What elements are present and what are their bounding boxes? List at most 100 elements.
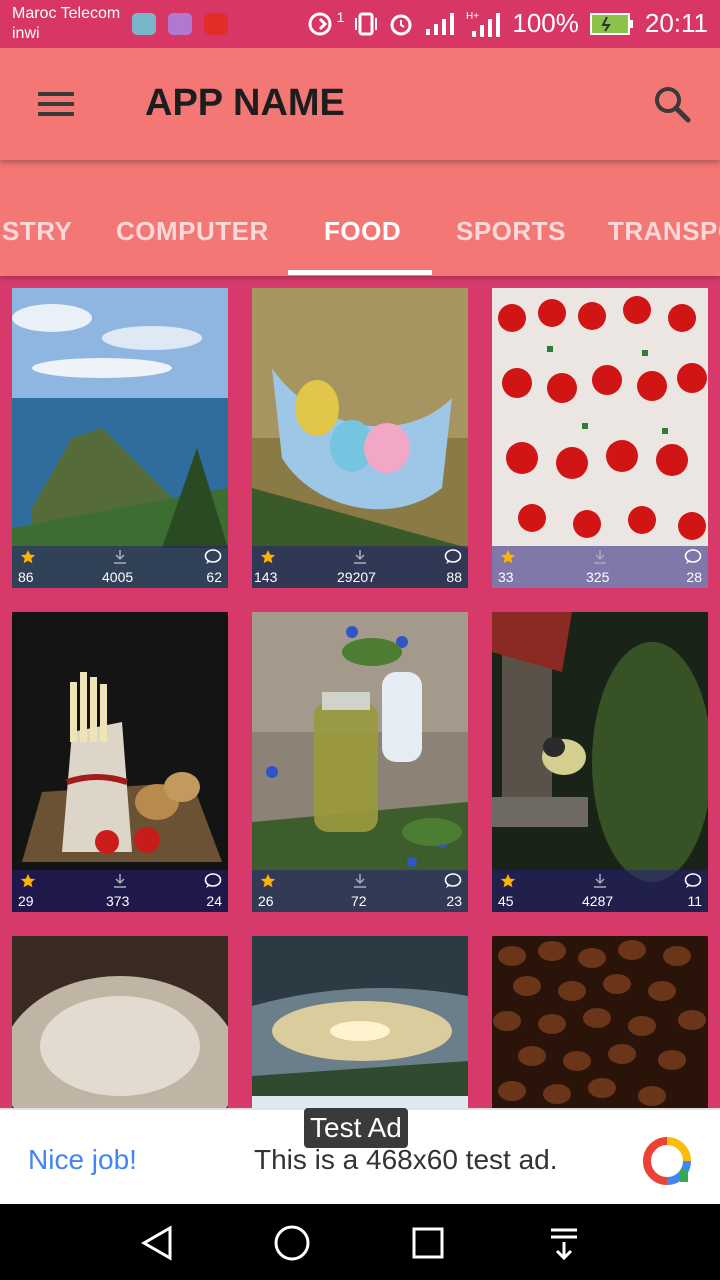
vibrate-icon <box>355 12 378 35</box>
clock: 20:11 <box>644 8 708 38</box>
signal-h-plus-icon: H+ <box>466 11 501 37</box>
wallpaper-card[interactable] <box>252 936 468 1108</box>
system-nav-bar <box>0 1204 720 1280</box>
wallpaper-card[interactable]: 26 72 23 <box>252 612 468 912</box>
wallpaper-card[interactable]: 29 373 24 <box>12 612 228 912</box>
downloads-count: 373 <box>106 893 130 909</box>
tab-food[interactable]: FOOD <box>324 216 401 247</box>
wallpaper-image <box>252 288 468 588</box>
likes-count: 45 <box>498 893 514 909</box>
comment-icon <box>684 549 702 568</box>
gallery-notification-icon <box>168 13 192 35</box>
download-icon <box>112 873 128 892</box>
status-icons: 1 H+ 100% 20:11 <box>305 8 708 39</box>
app-title: APP NAME <box>145 82 345 124</box>
comments-count: 62 <box>206 569 222 585</box>
star-icon <box>20 549 36 568</box>
comment-icon <box>684 873 702 892</box>
comments-count: 28 <box>686 569 702 585</box>
ad-headline: Nice job! <box>28 1144 137 1175</box>
wallpaper-image <box>492 612 708 912</box>
wallpaper-card[interactable]: 33 325 28 <box>492 288 708 588</box>
notification-shade-icon[interactable] <box>543 1222 585 1264</box>
star-icon <box>500 873 516 892</box>
notification-count: 1 <box>336 8 345 25</box>
signal-icon <box>426 12 455 35</box>
comments-count: 11 <box>687 893 702 909</box>
wallpaper-image <box>252 936 468 1108</box>
comment-icon <box>204 873 222 892</box>
hamburger-menu-icon <box>38 92 74 116</box>
tab-sports[interactable]: SPORTS <box>456 216 566 247</box>
active-tab-indicator <box>288 270 432 275</box>
home-icon[interactable] <box>271 1222 313 1264</box>
wallpaper-stats: 143 29207 88 <box>252 546 468 588</box>
notification-icons <box>132 13 228 35</box>
sync-icon <box>308 12 332 35</box>
download-icon <box>112 549 128 568</box>
wallpaper-image <box>12 936 228 1108</box>
battery-icon <box>589 12 633 35</box>
likes-count: 86 <box>18 569 34 585</box>
wallpaper-card[interactable] <box>12 936 228 1108</box>
wallpaper-stats: 26 72 23 <box>252 870 468 912</box>
wallpaper-image <box>12 612 228 912</box>
comment-icon <box>444 873 462 892</box>
wallpaper-card[interactable]: 86 4005 62 <box>12 288 228 588</box>
ad-text: This is a 468x60 test ad. <box>254 1144 558 1175</box>
star-icon <box>500 549 516 568</box>
wallpaper-image <box>492 288 708 588</box>
wallpaper-stats: 29 373 24 <box>12 870 228 912</box>
wallpaper-image <box>492 936 708 1108</box>
star-icon <box>20 873 36 892</box>
svg-text:H+: H+ <box>466 11 479 22</box>
wallpaper-grid: 86 4005 62 143 29207 88 33 325 28 29 373… <box>0 276 720 1108</box>
youtube-notification-icon <box>204 13 228 35</box>
download-icon <box>592 873 608 892</box>
downloads-count: 4287 <box>582 893 614 909</box>
wallpaper-card[interactable]: 45 4287 11 <box>492 612 708 912</box>
battery-percent: 100% <box>512 8 579 38</box>
likes-count: 143 <box>254 569 278 585</box>
wallpaper-image <box>252 612 468 912</box>
comment-icon <box>204 549 222 568</box>
ad-banner[interactable]: Test Ad Nice job! This is a 468x60 test … <box>0 1108 720 1204</box>
likes-count: 29 <box>18 893 34 909</box>
download-icon <box>352 549 368 568</box>
likes-count: 26 <box>258 893 274 909</box>
test-ad-badge: Test Ad <box>304 1108 408 1148</box>
downloads-count: 4005 <box>102 569 134 585</box>
carrier-info: Maroc Telecom inwi <box>12 4 120 44</box>
category-tabs: STRY COMPUTER FOOD SPORTS TRANSPO <box>0 160 720 276</box>
search-icon <box>655 87 691 123</box>
comments-count: 24 <box>206 893 222 909</box>
wallpaper-stats: 45 4287 11 <box>492 870 708 912</box>
ad-logo-icon <box>642 1136 692 1186</box>
wallpaper-card[interactable]: 143 29207 88 <box>252 288 468 588</box>
download-icon <box>592 549 608 568</box>
android-notification-icon <box>132 13 156 35</box>
status-bar: Maroc Telecom inwi 1 H+ 100% 20:11 <box>0 0 720 48</box>
menu-button[interactable] <box>30 78 82 130</box>
tab-computer[interactable]: COMPUTER <box>116 216 269 247</box>
download-icon <box>352 873 368 892</box>
app-toolbar: APP NAME <box>0 48 720 160</box>
comments-count: 88 <box>446 569 462 585</box>
downloads-count: 29207 <box>337 569 376 585</box>
back-icon[interactable] <box>136 1222 178 1264</box>
tab-industry[interactable]: STRY <box>2 216 72 247</box>
downloads-count: 72 <box>351 893 367 909</box>
tab-transport[interactable]: TRANSPO <box>608 216 720 247</box>
alarm-icon <box>390 14 412 35</box>
comments-count: 23 <box>446 893 462 909</box>
search-button[interactable] <box>646 78 698 130</box>
recents-icon[interactable] <box>407 1222 449 1264</box>
wallpaper-card[interactable] <box>492 936 708 1108</box>
wallpaper-stats: 33 325 28 <box>492 546 708 588</box>
carrier-name-1: Maroc Telecom <box>12 5 121 22</box>
wallpaper-image <box>12 288 228 588</box>
downloads-count: 325 <box>586 569 610 585</box>
carrier-name-2: inwi <box>12 25 40 42</box>
likes-count: 33 <box>498 569 514 585</box>
comment-icon <box>444 549 462 568</box>
